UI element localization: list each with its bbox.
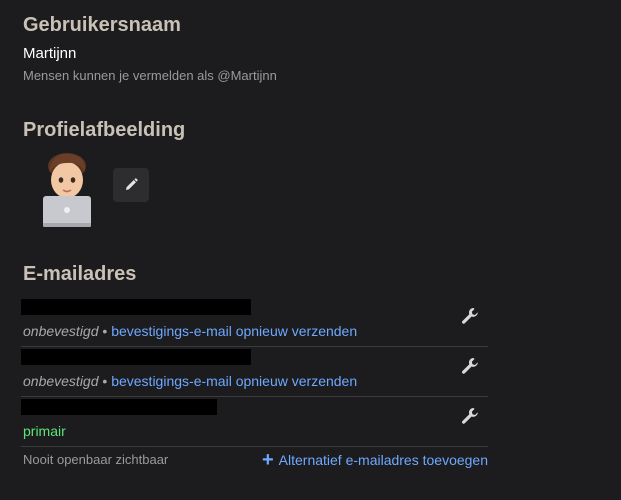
unverified-label: onbevestigd: [23, 323, 99, 339]
resend-confirmation-link[interactable]: bevestigings-e-mail opnieuw verzenden: [111, 373, 357, 389]
email-status: onbevestigd • bevestigings-e-mail opnieu…: [23, 323, 357, 339]
username-hint: Mensen kunnen je vermelden als @Martijnn: [23, 68, 277, 83]
primary-badge: primair: [23, 423, 66, 439]
username-heading: Gebruikersnaam: [23, 14, 181, 36]
wrench-icon[interactable]: [460, 356, 480, 376]
email-row: primair: [21, 396, 488, 447]
email-privacy-note: Nooit openbaar zichtbaar: [23, 452, 169, 467]
pencil-icon: [126, 178, 138, 190]
email-redacted: [21, 299, 251, 315]
separator: •: [102, 373, 108, 389]
username-value: Martijnn: [23, 45, 77, 62]
email-row: onbevestigd • bevestigings-e-mail opnieu…: [21, 346, 488, 397]
avatar-image: [36, 150, 98, 228]
email-status: onbevestigd • bevestigings-e-mail opnieu…: [23, 373, 357, 389]
unverified-label: onbevestigd: [23, 373, 99, 389]
wrench-icon[interactable]: [460, 306, 480, 326]
email-row: onbevestigd • bevestigings-e-mail opnieu…: [21, 296, 488, 347]
email-heading: E-mailadres: [23, 263, 137, 285]
avatar-heading: Profielafbeelding: [23, 119, 186, 141]
resend-confirmation-link[interactable]: bevestigings-e-mail opnieuw verzenden: [111, 323, 357, 339]
email-status: primair: [23, 423, 66, 439]
email-redacted: [21, 349, 251, 365]
edit-avatar-button[interactable]: [113, 168, 149, 202]
separator: •: [102, 323, 108, 339]
wrench-icon[interactable]: [460, 406, 480, 426]
add-email-label: Alternatief e-mailadres toevoegen: [278, 452, 488, 468]
email-redacted: [21, 399, 217, 415]
add-alternative-email-button[interactable]: + Alternatief e-mailadres toevoegen: [261, 449, 488, 471]
plus-icon: +: [261, 449, 274, 471]
